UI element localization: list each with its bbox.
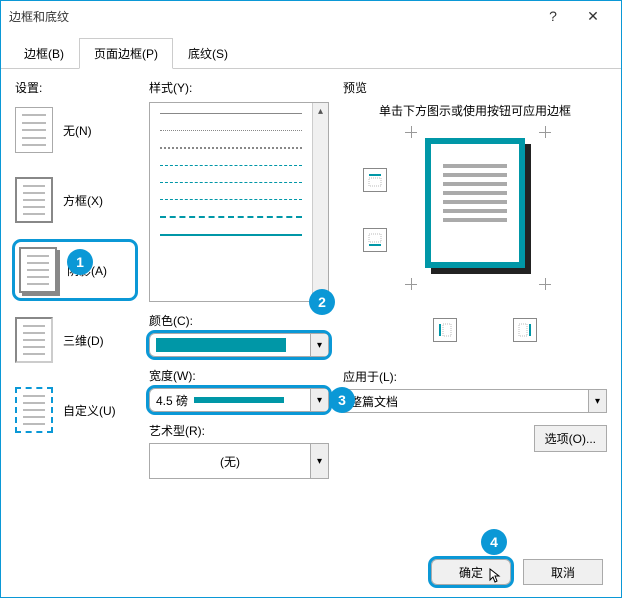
dialog-body: 设置: 无(N) 方框(X) 1 阴影(A) 三维(D) 自定义(U): [1, 69, 621, 546]
setting-shadow-thumb: [19, 247, 57, 293]
apply-to-combo[interactable]: 整篇文档 ▾: [343, 389, 607, 413]
cancel-button-label: 取消: [551, 564, 575, 581]
art-value: (无): [220, 453, 240, 470]
settings-column: 设置: 无(N) 方框(X) 1 阴影(A) 三维(D) 自定义(U): [15, 79, 135, 540]
cursor-icon: [488, 568, 504, 584]
setting-box-thumb: [15, 177, 53, 223]
setting-box-label: 方框(X): [63, 192, 103, 209]
style-item[interactable]: [160, 113, 302, 114]
tab-shading[interactable]: 底纹(S): [173, 38, 243, 69]
preview-area: [343, 138, 607, 358]
color-combo[interactable]: ▾: [149, 333, 329, 357]
art-combo[interactable]: (无) ▾: [149, 443, 329, 479]
help-button[interactable]: ?: [533, 2, 573, 30]
options-button[interactable]: 选项(O)...: [534, 425, 607, 452]
scroll-up-icon[interactable]: ▴: [313, 103, 328, 119]
tab-borders[interactable]: 边框(B): [9, 38, 79, 69]
apply-to-label: 应用于(L):: [343, 368, 607, 385]
color-label: 颜色(C):: [149, 312, 329, 329]
tab-strip: 边框(B) 页面边框(P) 底纹(S): [1, 37, 621, 69]
border-top-button[interactable]: [363, 168, 387, 192]
setting-box[interactable]: 方框(X): [15, 172, 135, 228]
ok-button[interactable]: 确定: [431, 559, 511, 585]
chevron-down-icon[interactable]: ▾: [310, 389, 328, 411]
settings-label: 设置:: [15, 79, 135, 96]
tab-page-border-label: 页面边框(P): [94, 47, 158, 61]
tab-borders-label: 边框(B): [24, 47, 64, 61]
apply-to-value: 整篇文档: [350, 393, 398, 410]
crop-marker: [539, 126, 551, 138]
width-value: 4.5 磅: [156, 392, 188, 409]
width-combo[interactable]: 4.5 磅 ▾: [149, 388, 329, 412]
crop-marker: [539, 278, 551, 290]
preview-hint: 单击下方图示或使用按钮可应用边框: [343, 102, 607, 120]
style-item[interactable]: [160, 234, 302, 236]
setting-custom[interactable]: 自定义(U): [15, 382, 135, 438]
titlebar: 边框和底纹 ? ✕: [1, 1, 621, 31]
setting-none-label: 无(N): [63, 122, 92, 139]
setting-3d-thumb: [15, 317, 53, 363]
dialog-window: 边框和底纹 ? ✕ 边框(B) 页面边框(P) 底纹(S) 设置: 无(N) 方…: [0, 0, 622, 598]
style-item[interactable]: [160, 182, 302, 183]
cancel-button[interactable]: 取消: [523, 559, 603, 585]
window-title: 边框和底纹: [9, 8, 533, 25]
chevron-down-icon[interactable]: ▾: [588, 390, 606, 412]
setting-3d[interactable]: 三维(D): [15, 312, 135, 368]
preview-column: 预览 单击下方图示或使用按钮可应用边框 应用于(L): 整篇文档 ▾ 选: [343, 79, 607, 540]
annotation-2: 2: [309, 289, 335, 315]
annotation-4: 4: [481, 529, 507, 555]
ok-button-label: 确定: [459, 564, 483, 581]
tab-page-border[interactable]: 页面边框(P): [79, 38, 173, 69]
style-item[interactable]: [160, 147, 302, 149]
style-listbox[interactable]: ▴ ▾: [149, 102, 329, 302]
crop-marker: [405, 278, 417, 290]
setting-none-thumb: [15, 107, 53, 153]
setting-custom-label: 自定义(U): [63, 402, 116, 419]
border-left-button[interactable]: [433, 318, 457, 342]
close-button[interactable]: ✕: [573, 2, 613, 30]
style-item[interactable]: [160, 199, 302, 200]
chevron-down-icon[interactable]: ▾: [310, 334, 328, 356]
setting-custom-thumb: [15, 387, 53, 433]
border-bottom-button[interactable]: [363, 228, 387, 252]
width-label: 宽度(W):: [149, 367, 329, 384]
preview-label: 预览: [343, 79, 607, 96]
preview-page[interactable]: [425, 138, 525, 268]
border-right-button[interactable]: [513, 318, 537, 342]
setting-none[interactable]: 无(N): [15, 102, 135, 158]
color-swatch: [156, 338, 286, 352]
width-preview-bar: [194, 397, 284, 403]
setting-3d-label: 三维(D): [63, 332, 104, 349]
style-label: 样式(Y):: [149, 79, 329, 96]
art-label: 艺术型(R):: [149, 422, 329, 439]
annotation-3: 3: [329, 387, 355, 413]
dialog-footer: 4 确定 取消: [1, 546, 621, 597]
tab-shading-label: 底纹(S): [188, 47, 228, 61]
style-item[interactable]: [160, 216, 302, 218]
style-column: 样式(Y): ▴ ▾ 2 颜色(C):: [149, 79, 329, 540]
style-scrollbar[interactable]: ▴ ▾: [312, 103, 328, 301]
options-button-label: 选项(O)...: [545, 432, 596, 446]
annotation-1: 1: [67, 249, 93, 275]
style-item[interactable]: [160, 130, 302, 131]
crop-marker: [405, 126, 417, 138]
style-item[interactable]: [160, 165, 302, 166]
chevron-down-icon[interactable]: ▾: [310, 444, 328, 478]
